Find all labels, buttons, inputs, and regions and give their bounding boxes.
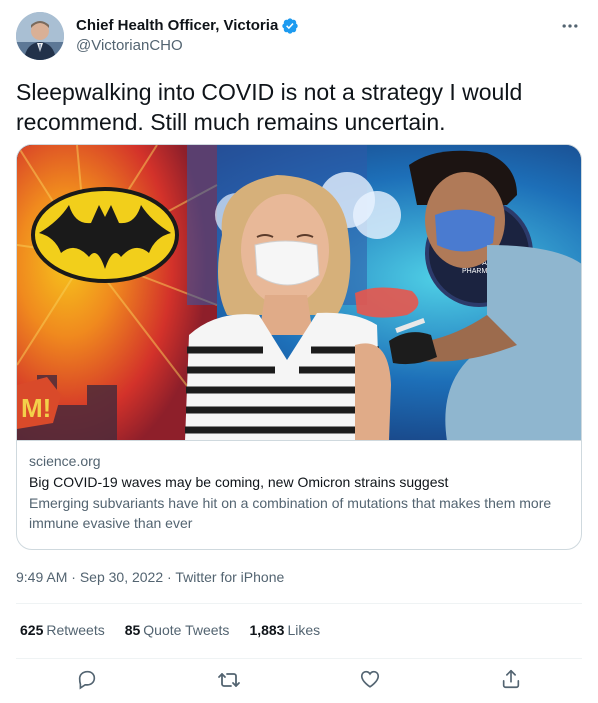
retweet-icon[interactable] (217, 668, 241, 692)
link-card[interactable]: M! SKIPPACK PHARMACY (16, 144, 582, 550)
card-domain[interactable]: science.org (29, 451, 569, 471)
action-bar (16, 660, 582, 700)
tweet-source[interactable]: Twitter for iPhone (175, 569, 284, 585)
likes-count: 1,883 (249, 622, 285, 638)
quote-tweets-label: Quote Tweets (143, 622, 230, 638)
divider (16, 658, 582, 659)
meta-separator: · (71, 569, 76, 585)
tweet-meta: 9:49 AM · Sep 30, 2022 · Twitter for iPh… (16, 567, 284, 587)
author-display-name[interactable]: Chief Health Officer, Victoria (76, 16, 278, 36)
author-handle[interactable]: @VictorianCHO (76, 36, 299, 56)
likes-stat[interactable]: 1,883 Likes (249, 620, 320, 640)
tweet-text: Sleepwalking into COVID is not a strateg… (16, 79, 523, 135)
author-names: Chief Health Officer, Victoria @Victoria… (76, 16, 299, 56)
avatar[interactable] (16, 12, 64, 60)
quote-tweets-count: 85 (124, 622, 141, 638)
verified-badge-icon (282, 18, 298, 34)
more-icon[interactable] (558, 14, 582, 38)
card-image[interactable]: M! SKIPPACK PHARMACY (17, 145, 581, 441)
tweet-header: Chief Health Officer, Victoria @Victoria… (16, 12, 582, 62)
meta-separator: · (167, 569, 172, 585)
card-description: Emerging subvariants have hit on a combi… (29, 495, 552, 531)
card-title[interactable]: Big COVID-19 waves may be coming, new Om… (29, 472, 569, 492)
like-icon[interactable] (359, 668, 383, 692)
reply-icon[interactable] (76, 668, 100, 692)
tweet-date[interactable]: Sep 30, 2022 (80, 569, 163, 585)
share-icon[interactable] (500, 668, 524, 692)
divider (16, 603, 582, 604)
tweet-time[interactable]: 9:49 AM (16, 569, 67, 585)
retweets-count: 625 (20, 622, 44, 638)
retweets-stat[interactable]: 625 Retweets (20, 620, 105, 640)
comic-burst-text: M! (21, 393, 51, 423)
likes-label: Likes (287, 622, 321, 638)
tweet-stats: 625 Retweets 85 Quote Tweets 1,883 Likes (20, 620, 320, 640)
card-body: science.org Big COVID-19 waves may be co… (29, 451, 569, 533)
retweets-label: Retweets (46, 622, 105, 638)
quote-tweets-stat[interactable]: 85 Quote Tweets (125, 620, 230, 640)
